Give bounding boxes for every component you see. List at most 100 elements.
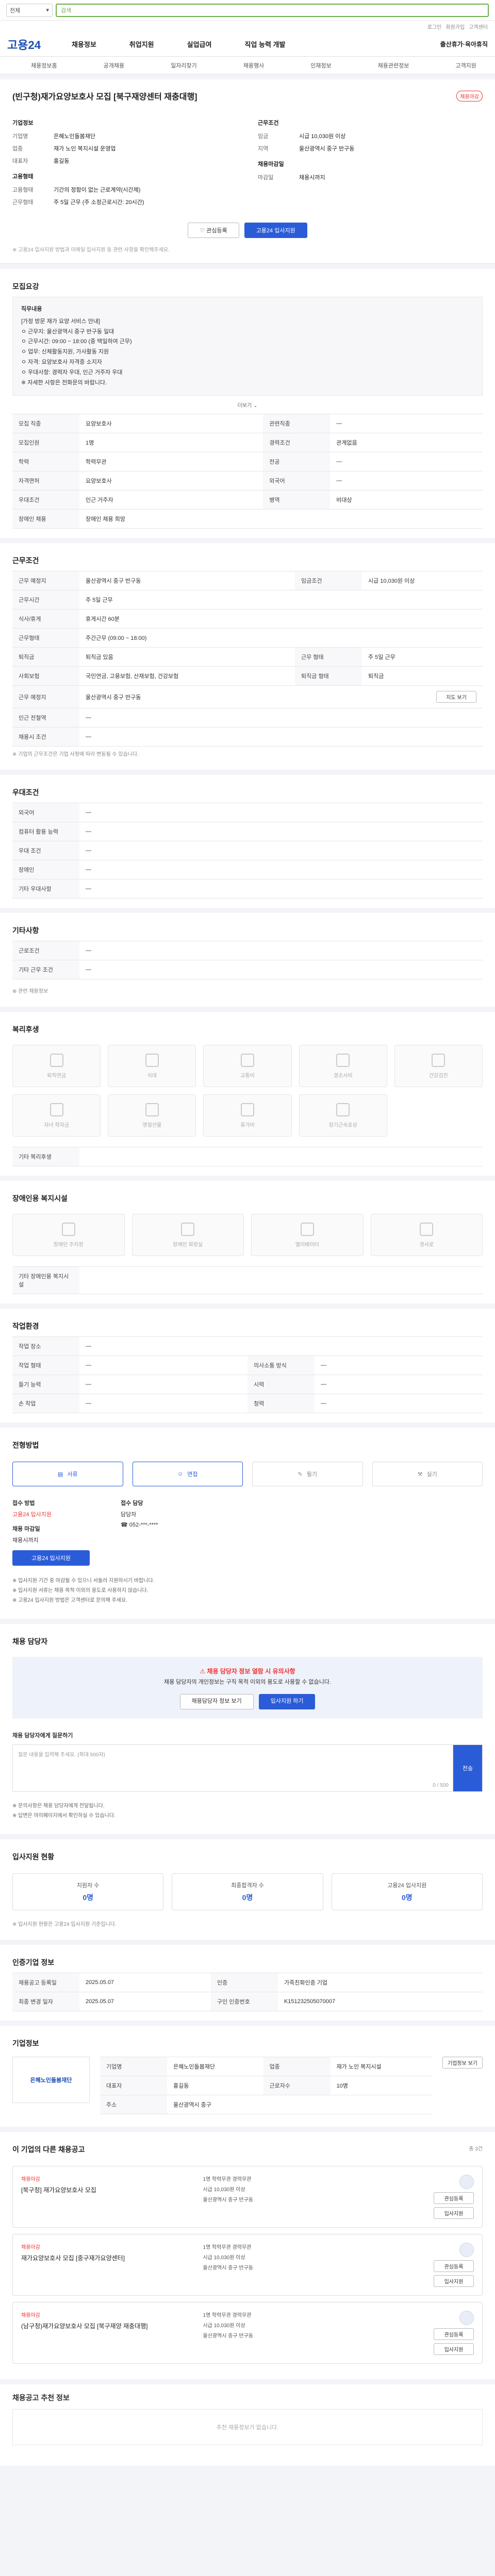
global-nav: 고용24 채용정보 취업지원 실업급여 직업 능력 개발 출산휴가·육아휴직 — [0, 32, 495, 57]
welfare-label: 자녀 학자금 — [44, 1122, 69, 1128]
table-row: 근무시간 주 5일 근무 — [12, 590, 483, 609]
table-row: 최종 변경 일자 2025.05.07 구인 인증번호 K15123250507000… — [12, 1991, 483, 2011]
list-item[interactable]: 채용마감 [북구청] 재가요양보호사 모집 1명 학력무관 경력무관 시급 10,0… — [12, 2165, 483, 2228]
save-button[interactable]: ♡ 관심등록 — [188, 223, 239, 238]
char-count: 0 / 500 — [433, 1782, 449, 1788]
header-note: ※ 고용24 입사지원 방법과 이메일 입사지원 등 관련 사항을 확인해주세요… — [12, 247, 170, 253]
save-button[interactable]: 관심등록 — [434, 2260, 474, 2272]
job-meta: 시급 10,030원 이상 — [203, 2255, 245, 2261]
apply-button[interactable]: 입사지원 — [434, 2343, 474, 2355]
table-cell: — — [79, 1375, 248, 1394]
link-icon: ⊕ — [12, 989, 19, 995]
sub-nav: 채용정보홈 공개채용 일자리찾기 채용행사 인재정보 채용관련정보 고객지원 — [0, 57, 495, 74]
document-icon: ▤ — [57, 1471, 63, 1478]
more-button[interactable]: 더보기 ⌄ — [0, 396, 495, 414]
job-title[interactable]: (남구청)재가요양보호사 모집 [북구재양 재충대행] — [21, 2321, 192, 2330]
util-bar: 로그인 회원가입 고객센터 — [0, 21, 495, 32]
phone-number: 052-***-**** — [129, 1522, 158, 1529]
job-status: 채용마감 — [21, 2244, 40, 2250]
util-join[interactable]: 회원가입 — [446, 23, 465, 30]
question-textarea[interactable]: 질문 내용을 입력해 주세요. (최대 500자) 0 / 500 — [13, 1744, 453, 1791]
table-cell: 국민연금, 고용보험, 산재보험, 건강보험 — [79, 666, 295, 686]
list-item[interactable]: 채용마감 (남구청)재가요양보호사 모집 [북구재양 재충대행] 1명 학력무관 … — [12, 2301, 483, 2364]
table-row: 사회보험 국민연금, 고용보험, 산재보험, 건강보험 퇴직금 형태 퇴직금 — [12, 666, 483, 686]
search-scope-select[interactable]: 전체 ▾ — [6, 3, 53, 17]
apply-button-2[interactable]: 고용24 입사지원 — [12, 1550, 90, 1566]
field-value: 주 5일 근무 (주 소정근로시간: 20시간) — [54, 199, 144, 206]
util-help[interactable]: 고객센터 — [469, 23, 488, 30]
welfare-grid: 퇴직연금 식대 교통비 경조사비 건강검진 자녀 학자금 명절선물 휴가비 장기… — [0, 1040, 495, 1142]
view-contact-button[interactable]: 채용담당자 정보 보기 — [179, 1693, 254, 1709]
menu-training[interactable]: 직업 능력 개발 — [244, 39, 285, 49]
save-button[interactable]: 관심등록 — [434, 2192, 474, 2204]
field-label: 임금 — [258, 133, 269, 140]
msg-notes: ※ 문의사항은 채용 담당자에게 전달됩니다. ※ 답변은 마이페이지에서 확인… — [0, 1797, 495, 1825]
map-button[interactable]: 지도 보기 — [436, 691, 476, 703]
subnav-item[interactable]: 채용정보홈 — [31, 61, 57, 70]
table-cell: 장애인 채용 희망 — [79, 509, 483, 529]
apply-method-label: 접수 방법 — [12, 1500, 35, 1507]
menu-support[interactable]: 취업지원 — [129, 39, 154, 49]
table-header: 채용공고 등록일 — [12, 1972, 79, 1992]
subnav-item[interactable]: 채용관련정보 — [378, 61, 409, 70]
table-header: 퇴직금 — [12, 647, 79, 667]
apply-button[interactable]: 입사지원 — [434, 2207, 474, 2219]
subnav-item[interactable]: 고객지원 — [455, 61, 476, 70]
note-line: ※ 문의사항은 채용 담당자에게 전달됩니다. — [12, 1803, 105, 1809]
send-button[interactable]: 전송 — [453, 1744, 482, 1791]
job-title[interactable]: [북구청] 재가요양보호사 모집 — [21, 2185, 192, 2194]
facility-item: 장애인 화장실 — [131, 1214, 244, 1257]
job-title[interactable]: 재가요양보호사 모집 [중구재가요양센터] — [21, 2253, 192, 2262]
table-cell: 주 5일 근무 — [361, 647, 483, 667]
table-row: 근무 예정지 울산광역시 중구 반구동 임금조건 시급 10,030원 이상 — [12, 571, 483, 590]
table-header: 주소 — [100, 2094, 167, 2114]
table-row: 컴퓨터 활용 능력 — — [12, 822, 483, 841]
heart-icon: ♡ — [200, 227, 207, 234]
table-cell: — — [330, 414, 483, 433]
table-header: 외국어 — [263, 471, 331, 490]
subnav-item[interactable]: 채용행사 — [243, 61, 264, 70]
table-cell: — — [79, 1394, 248, 1414]
note-line: ※ 입사지원 기간 중 마감될 수 있으니 서둘러 지원하시기 바랍니다. — [12, 1578, 155, 1584]
table-cell — [79, 1266, 483, 1295]
table-header: 청력 — [248, 1394, 315, 1414]
menu-leave[interactable]: 출산휴가·육아휴직 — [440, 40, 488, 48]
apply-button-3[interactable]: 입사지원 하기 — [258, 1693, 316, 1709]
apply-button[interactable]: 고용24 입사지원 — [244, 223, 307, 238]
note-line: ※ 입사지원 서류는 채용 목적 이외의 용도로 사용하지 않습니다. — [12, 1588, 148, 1594]
company-info-button[interactable]: 기업정보 보기 — [442, 2056, 483, 2069]
table-header: 구인 인증번호 — [210, 1991, 278, 2011]
process-title: 전형방법 — [0, 1428, 495, 1456]
meta-title: 인증기업 정보 — [0, 1944, 495, 1973]
site-logo[interactable]: 고용24 — [7, 36, 41, 53]
menu-jobs[interactable]: 채용정보 — [72, 39, 96, 49]
meal-icon — [145, 1053, 159, 1067]
menu-benefit[interactable]: 실업급여 — [187, 39, 212, 49]
search-placeholder: 검색 — [61, 7, 72, 14]
subnav-item[interactable]: 일자리찾기 — [171, 61, 197, 70]
table-row: 인근 전철역 — — [12, 708, 483, 727]
subnav-item[interactable]: 공개채용 — [104, 61, 124, 70]
list-item[interactable]: 채용마감 재가요양보호사 모집 [중구재가요양센터] 1명 학력무관 경력무관 시급… — [12, 2233, 483, 2296]
table-header: 식사/휴게 — [12, 609, 79, 629]
table-row: 손 작업 — 청력 — — [12, 1394, 483, 1414]
search-input[interactable]: 검색 — [56, 3, 489, 17]
job-meta: 울산광역시 중구 반구동 — [203, 2197, 253, 2203]
field-label: 고용형태 — [12, 187, 34, 193]
table-cell: — — [330, 452, 483, 471]
vacation-icon — [240, 1103, 254, 1116]
subnav-item[interactable]: 인재정보 — [310, 61, 331, 70]
apply-button[interactable]: 입사지원 — [434, 2275, 474, 2287]
book-icon — [50, 1103, 63, 1116]
util-login[interactable]: 로그인 — [427, 23, 442, 30]
related-link[interactable]: ⊕ 관련 채용정보 — [0, 979, 495, 997]
question-placeholder: 질문 내용을 입력해 주세요. (최대 500자) — [18, 1752, 105, 1758]
table-row: 작업 장소 — — [12, 1336, 483, 1356]
disabled-etc-table: 기타 장애인용 복지시설 — [12, 1266, 483, 1295]
stat-card: 고용24 입사지원 0명 — [331, 1873, 483, 1910]
desc-line: ㅇ 근무시간: 09:00 ~ 18:00 (중 택일하여 근무) — [21, 338, 132, 345]
table-header: 기타 복리후생 — [12, 1147, 79, 1167]
desc-line: [가정 방문 재가 요양 서비스 안내] — [21, 318, 100, 325]
save-button[interactable]: 관심등록 — [434, 2328, 474, 2340]
table-cell: 비대상 — [330, 490, 483, 510]
